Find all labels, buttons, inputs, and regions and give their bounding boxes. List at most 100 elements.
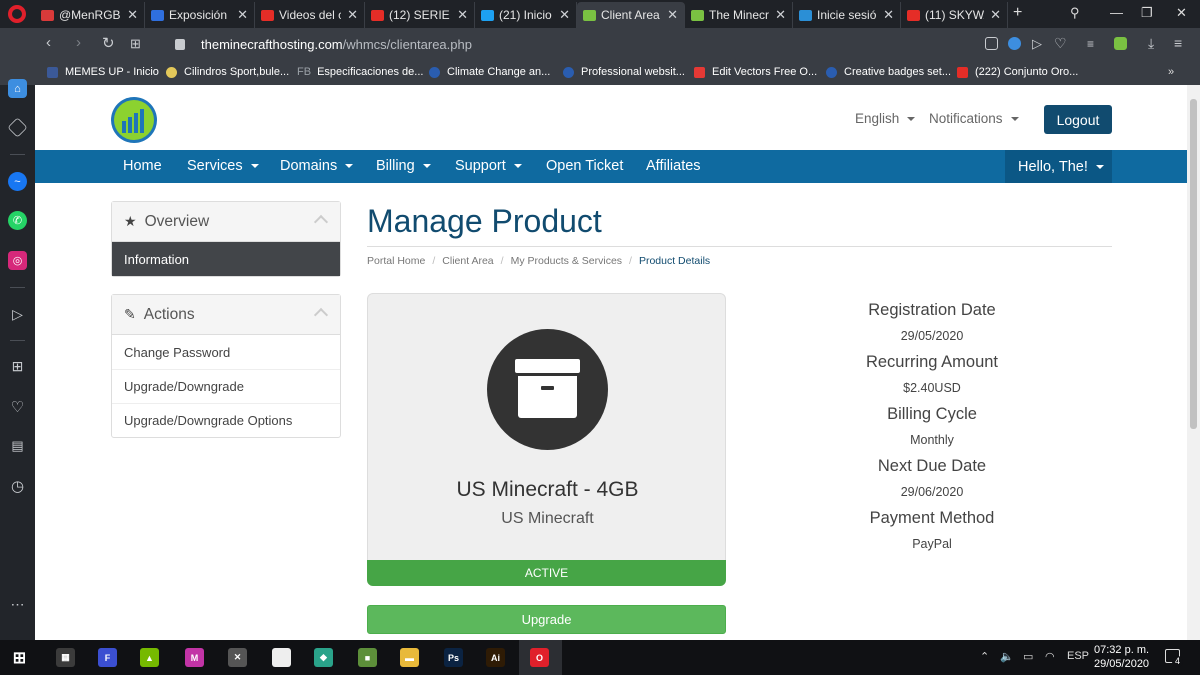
close-tab-icon[interactable]: ✕ [559,7,570,23]
notifications-dropdown[interactable]: Notifications [929,111,1019,126]
overview-panel-header[interactable]: ★ Overview [112,202,340,242]
heart-icon[interactable]: ♡ [1054,35,1067,52]
sidebar-item-upgrade-downgrade[interactable]: Upgrade/Downgrade [112,369,340,403]
download-icon[interactable]: ⤓ [1148,35,1154,52]
close-window-icon[interactable]: ✕ [1176,5,1187,21]
taskbar-calculator-icon[interactable]: ▦ [56,648,75,667]
history-list-icon[interactable]: ▤ [8,436,27,455]
bookmark-6[interactable]: Creative badges set... [826,66,951,78]
bookmark-5[interactable]: Edit Vectors Free O... [694,66,817,78]
reload-icon[interactable]: ↻ [102,34,115,52]
restore-icon[interactable]: ❐ [1141,5,1153,21]
nav-services[interactable]: Services [187,158,259,174]
instagram-icon[interactable]: ◎ [8,251,27,270]
taskbar-app-m-icon[interactable]: M [185,648,204,667]
close-tab-icon[interactable]: ✕ [237,7,248,23]
tab-4[interactable]: (21) Inicio / T ✕ [475,2,577,28]
tab-0[interactable]: @MenRGB ✕ [35,2,145,28]
taskbar-app-n-icon[interactable]: ◆ [314,648,333,667]
clock-icon[interactable]: ◷ [8,476,27,495]
send-icon[interactable]: ▷ [1032,36,1042,52]
speed-dial-icon[interactable]: ⊞ [130,36,141,52]
nav-home[interactable]: Home [123,158,162,174]
system-clock[interactable]: 07:32 p. m. 29/05/2020 [1094,643,1149,671]
breadcrumb-client-area[interactable]: Client Area [442,255,493,267]
more-icon[interactable]: ⋯ [8,595,27,614]
site-logo[interactable] [111,97,157,143]
battery-icon[interactable]: ▭ [1023,650,1033,663]
tab-client-area[interactable]: Client Area - ✕ [577,2,685,28]
bookmark-2[interactable]: FB Especificaciones de... [297,66,423,78]
snapshot-icon[interactable] [985,37,998,50]
more-bookmarks-icon[interactable]: » [1168,66,1174,78]
tab-3[interactable]: (12) SERIE SU ✕ [365,2,475,28]
page-scrollbar[interactable] [1187,85,1200,640]
speaker-icon[interactable]: 🔈 [1000,650,1014,663]
breadcrumb-my-products[interactable]: My Products & Services [511,255,622,267]
logout-button[interactable]: Logout [1044,105,1112,134]
menu-icon[interactable]: ≡ [1174,35,1182,51]
extension-cube-icon[interactable] [1114,37,1127,50]
lock-icon[interactable] [175,39,185,50]
nav-open-ticket[interactable]: Open Ticket [546,158,623,174]
close-tab-icon[interactable]: ✕ [127,7,138,23]
taskbar-app-f-icon[interactable]: F [98,648,117,667]
home-icon[interactable]: ⌂ [8,79,27,98]
bookmarks-sidebar-icon[interactable] [7,117,28,138]
close-tab-icon[interactable]: ✕ [775,7,786,23]
close-tab-icon[interactable]: ✕ [883,7,894,23]
tab-1[interactable]: Exposición I ✕ [145,2,255,28]
bookmark-0[interactable]: MEMES UP - Inicio [47,66,159,78]
forward-icon[interactable]: › [76,34,81,51]
extension-icon[interactable]: ≡ [1087,37,1094,51]
chevron-up-icon[interactable] [313,307,329,323]
windows-start-icon[interactable]: ⊞ [10,648,29,667]
messenger-icon[interactable]: ~ [8,172,27,191]
taskbar-illustrator-icon[interactable]: Ai [486,648,505,667]
language-dropdown[interactable]: English [855,111,916,126]
upgrade-button[interactable]: Upgrade [367,605,726,634]
new-tab-icon[interactable]: + [1013,4,1022,22]
shield-icon[interactable] [1008,37,1021,50]
tab-7[interactable]: Inicie sesión ✕ [793,2,901,28]
taskbar-tools-icon[interactable]: ✕ [228,648,247,667]
url-field[interactable]: theminecrafthosting.com/whmcs/clientarea… [201,37,472,52]
breadcrumb-portal-home[interactable]: Portal Home [367,255,425,267]
heart-sidebar-icon[interactable]: ♡ [8,397,27,416]
sidebar-item-information[interactable]: Information [112,242,340,276]
close-tab-icon[interactable]: ✕ [347,7,358,23]
minimize-icon[interactable]: — [1110,5,1123,20]
chevron-up-icon[interactable] [313,214,329,230]
chevron-up-icon[interactable]: ⌃ [980,650,989,663]
back-icon[interactable]: ‹ [46,34,51,51]
bookmark-7[interactable]: (222) Conjunto Oro... [957,66,1078,78]
search-tabs-icon[interactable]: ⚲ [1070,5,1080,21]
workspaces-icon[interactable]: ⊞ [8,357,27,376]
taskbar-nvidia-icon[interactable]: ▲ [140,648,159,667]
send-flow-icon[interactable]: ▷ [8,305,27,324]
wifi-icon[interactable]: ◠ [1045,650,1055,663]
taskbar-minecraft-icon[interactable]: ■ [358,648,377,667]
nav-billing[interactable]: Billing [376,158,431,174]
whatsapp-icon[interactable]: ✆ [8,211,27,230]
actions-panel-header[interactable]: ✎ Actions [112,295,340,335]
taskbar-photoshop-icon[interactable]: Ps [444,648,463,667]
tab-2[interactable]: Videos del ca ✕ [255,2,365,28]
taskbar-file-icon[interactable] [272,648,291,667]
sidebar-item-upgrade-downgrade-options[interactable]: Upgrade/Downgrade Options [112,403,340,437]
bookmark-1[interactable]: Cilindros Sport,bule... [166,66,289,78]
taskbar-explorer-icon[interactable]: ▬ [400,648,419,667]
user-menu[interactable]: Hello, The! [1005,150,1112,183]
opera-menu-icon[interactable] [8,5,26,23]
bookmark-3[interactable]: Climate Change an... [429,66,550,78]
nav-support[interactable]: Support [455,158,522,174]
close-tab-icon[interactable]: ✕ [667,7,678,23]
tab-6[interactable]: The Minecraf ✕ [685,2,793,28]
input-language[interactable]: ESP [1067,650,1089,662]
sidebar-item-change-password[interactable]: Change Password [112,335,340,369]
close-tab-icon[interactable]: ✕ [990,7,1001,23]
nav-affiliates[interactable]: Affiliates [646,158,701,174]
nav-domains[interactable]: Domains [280,158,354,174]
scrollbar-thumb[interactable] [1190,99,1197,429]
bookmark-4[interactable]: Professional websit... [563,66,685,78]
